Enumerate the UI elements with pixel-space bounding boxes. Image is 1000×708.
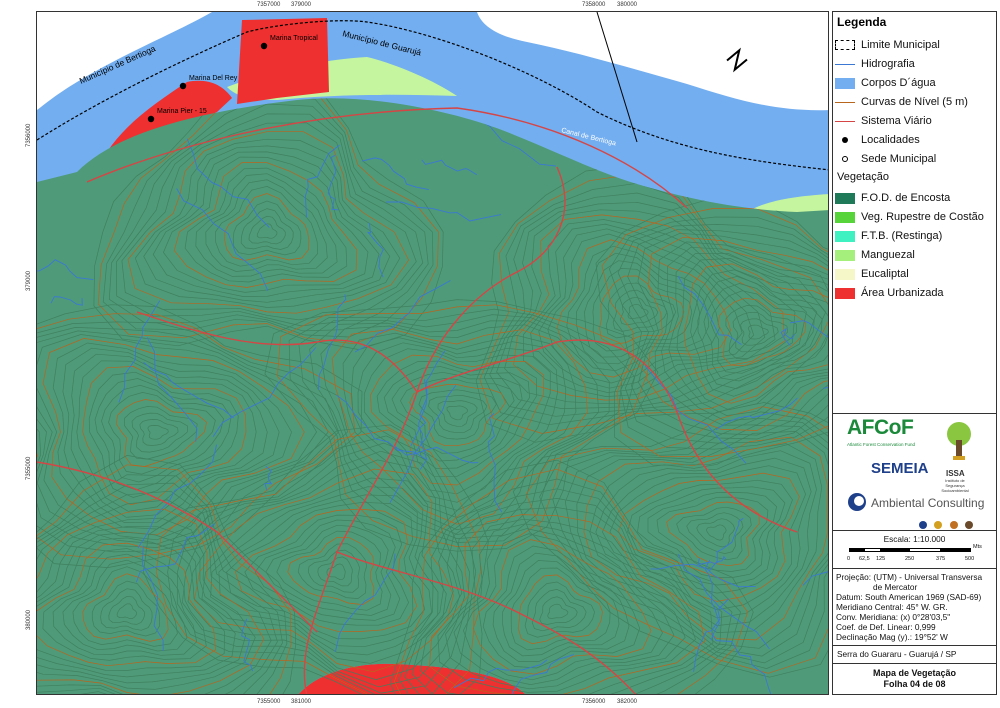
- projection-line: de Mercator: [873, 582, 918, 592]
- coord-bottom-3: 7356000: [582, 699, 606, 705]
- fill-swatch-icon: [835, 211, 855, 223]
- dot-icon: [835, 135, 855, 146]
- map-canvas: Marina Tropical Marina Del Rey Marina Pi…: [37, 12, 828, 694]
- legend-label: Limite Municipal: [861, 39, 940, 51]
- legend-label: Localidades: [861, 134, 920, 146]
- legend-label: Manguezal: [861, 249, 915, 261]
- legend-label: F.O.D. de Encosta: [861, 192, 951, 204]
- projection-line: Meridiano Central: 45° W. GR.: [836, 602, 948, 612]
- legend-label: Corpos D´água: [861, 77, 936, 89]
- scale-unit: Mts: [973, 544, 982, 550]
- legend-item-corpos: Corpos D´água: [835, 74, 995, 92]
- legend-item-curvas: Curvas de Nível (5 m): [835, 93, 995, 111]
- projection-line: Declinação Mag (y).: 19°52' W: [836, 632, 948, 642]
- divider: [833, 663, 996, 664]
- divider: [833, 413, 996, 414]
- projection-line: Coef. de Def. Linear: 0,999: [836, 622, 936, 632]
- legend-item-restinga: F.T.B. (Restinga): [835, 227, 995, 245]
- locality-dot: [147, 115, 155, 123]
- fill-swatch-icon: [835, 287, 855, 299]
- legend-item-viario: Sistema Viário: [835, 112, 995, 130]
- legend-item-manguezal: Manguezal: [835, 246, 995, 264]
- sheet-number: Folha 04 de 08: [883, 679, 946, 689]
- coord-top-3: 7358000: [582, 2, 606, 8]
- locality-dot: [179, 82, 187, 90]
- coord-bottom-4: 382000: [617, 699, 638, 705]
- legend-label: Área Urbanizada: [861, 287, 944, 299]
- legend-item-hidrografia: Hidrografia: [835, 55, 995, 73]
- label-marina-del-rey: Marina Del Rey: [189, 75, 238, 82]
- sheet-title: Mapa de Vegetação: [872, 668, 957, 678]
- coord-bottom-2: 381000: [291, 699, 312, 705]
- legend-label: Curvas de Nível (5 m): [861, 96, 968, 108]
- vegetation-heading: Vegetação: [837, 171, 889, 183]
- semeia-logo: SEMEIA: [871, 460, 929, 477]
- issa-logo: ISSA: [946, 469, 965, 478]
- coord-left-1: 7356000: [26, 123, 32, 147]
- divider: [833, 645, 996, 646]
- scale-tick: 62,5: [859, 556, 870, 562]
- scale-bar: [849, 548, 971, 552]
- label-marina-tropical: Marina Tropical: [270, 35, 318, 42]
- coord-top-4: 380000: [617, 2, 638, 8]
- scale-tick: 375: [936, 556, 946, 562]
- vegetation-map[interactable]: Marina Tropical Marina Del Rey Marina Pi…: [36, 11, 829, 695]
- coord-top-1: 7357000: [257, 2, 281, 8]
- legend-label: Veg. Rupestre de Costão: [861, 211, 984, 223]
- coord-bottom-1: 7355000: [257, 699, 281, 705]
- projection-line: Projeção: (UTM) - Universal Transversa: [836, 572, 983, 582]
- locality-dot: [260, 42, 268, 50]
- legend-label: Hidrografia: [861, 58, 915, 70]
- coord-left-2: 379000: [26, 270, 32, 291]
- afcof-subtitle: Atlantic Forest Conservation Fund: [847, 442, 916, 447]
- dashed-box-icon: [835, 40, 855, 50]
- coord-left-4: 380000: [26, 609, 32, 630]
- scale-tick: 250: [905, 556, 915, 562]
- coord-left-3: 7355000: [26, 456, 32, 480]
- legend-item-rupestre: Veg. Rupestre de Costão: [835, 208, 995, 226]
- scale-tick: 125: [876, 556, 886, 562]
- fill-swatch-icon: [835, 268, 855, 280]
- issa-tree-icon: [947, 422, 971, 460]
- fill-swatch-icon: [835, 230, 855, 242]
- projection-line: Conv. Meridiana: (x) 0°28'03,5": [836, 612, 951, 622]
- ambiental-logo-icon: [848, 493, 866, 511]
- afcof-logo: AFCoF: [847, 416, 914, 439]
- scale-text: Escala: 1:10.000: [883, 534, 946, 544]
- legend-title: Legenda: [837, 15, 887, 29]
- scale-tick: 0: [847, 556, 851, 562]
- map-sheet: 7357000 379000 7358000 380000 7355000 38…: [0, 0, 1000, 708]
- fill-swatch-icon: [835, 77, 855, 89]
- line-icon: [835, 116, 855, 127]
- fill-swatch-icon: [835, 249, 855, 261]
- legend-label: F.T.B. (Restinga): [861, 230, 943, 242]
- legend-item-localidades: Localidades: [835, 131, 995, 149]
- projection-line: Datum: South American 1969 (SAD-69): [836, 592, 982, 602]
- ring-icon: [835, 154, 855, 165]
- scale-tick: 500: [965, 556, 975, 562]
- line-icon: [835, 59, 855, 70]
- issa-subtitle: Instituto de Segurança Socioambiental: [941, 478, 969, 493]
- fill-swatch-icon: [835, 192, 855, 204]
- divider: [833, 568, 996, 569]
- legend-item-urbanizada: Área Urbanizada: [835, 284, 995, 302]
- ambiental-dots: [919, 516, 974, 534]
- label-marina-pier: Marina Pier - 15: [157, 108, 207, 115]
- legend-label: Sistema Viário: [861, 115, 932, 127]
- line-icon: [835, 97, 855, 108]
- legend-panel: Legenda Limite Municipal Hidrografia Cor…: [832, 11, 997, 695]
- ambiental-logo: Ambiental Consulting: [871, 496, 985, 510]
- legend-label: Sede Municipal: [861, 153, 937, 165]
- legend-label: Eucaliptal: [861, 268, 909, 280]
- divider: [833, 530, 996, 531]
- coord-top-2: 379000: [291, 2, 312, 8]
- legend-item-limite: Limite Municipal: [835, 36, 995, 54]
- legend-item-fod: F.O.D. de Encosta: [835, 189, 995, 207]
- legend-item-eucaliptal: Eucaliptal: [835, 265, 995, 283]
- location-text: Serra do Guararu - Guarujá / SP: [837, 649, 957, 659]
- legend-item-sede: Sede Municipal: [835, 150, 995, 168]
